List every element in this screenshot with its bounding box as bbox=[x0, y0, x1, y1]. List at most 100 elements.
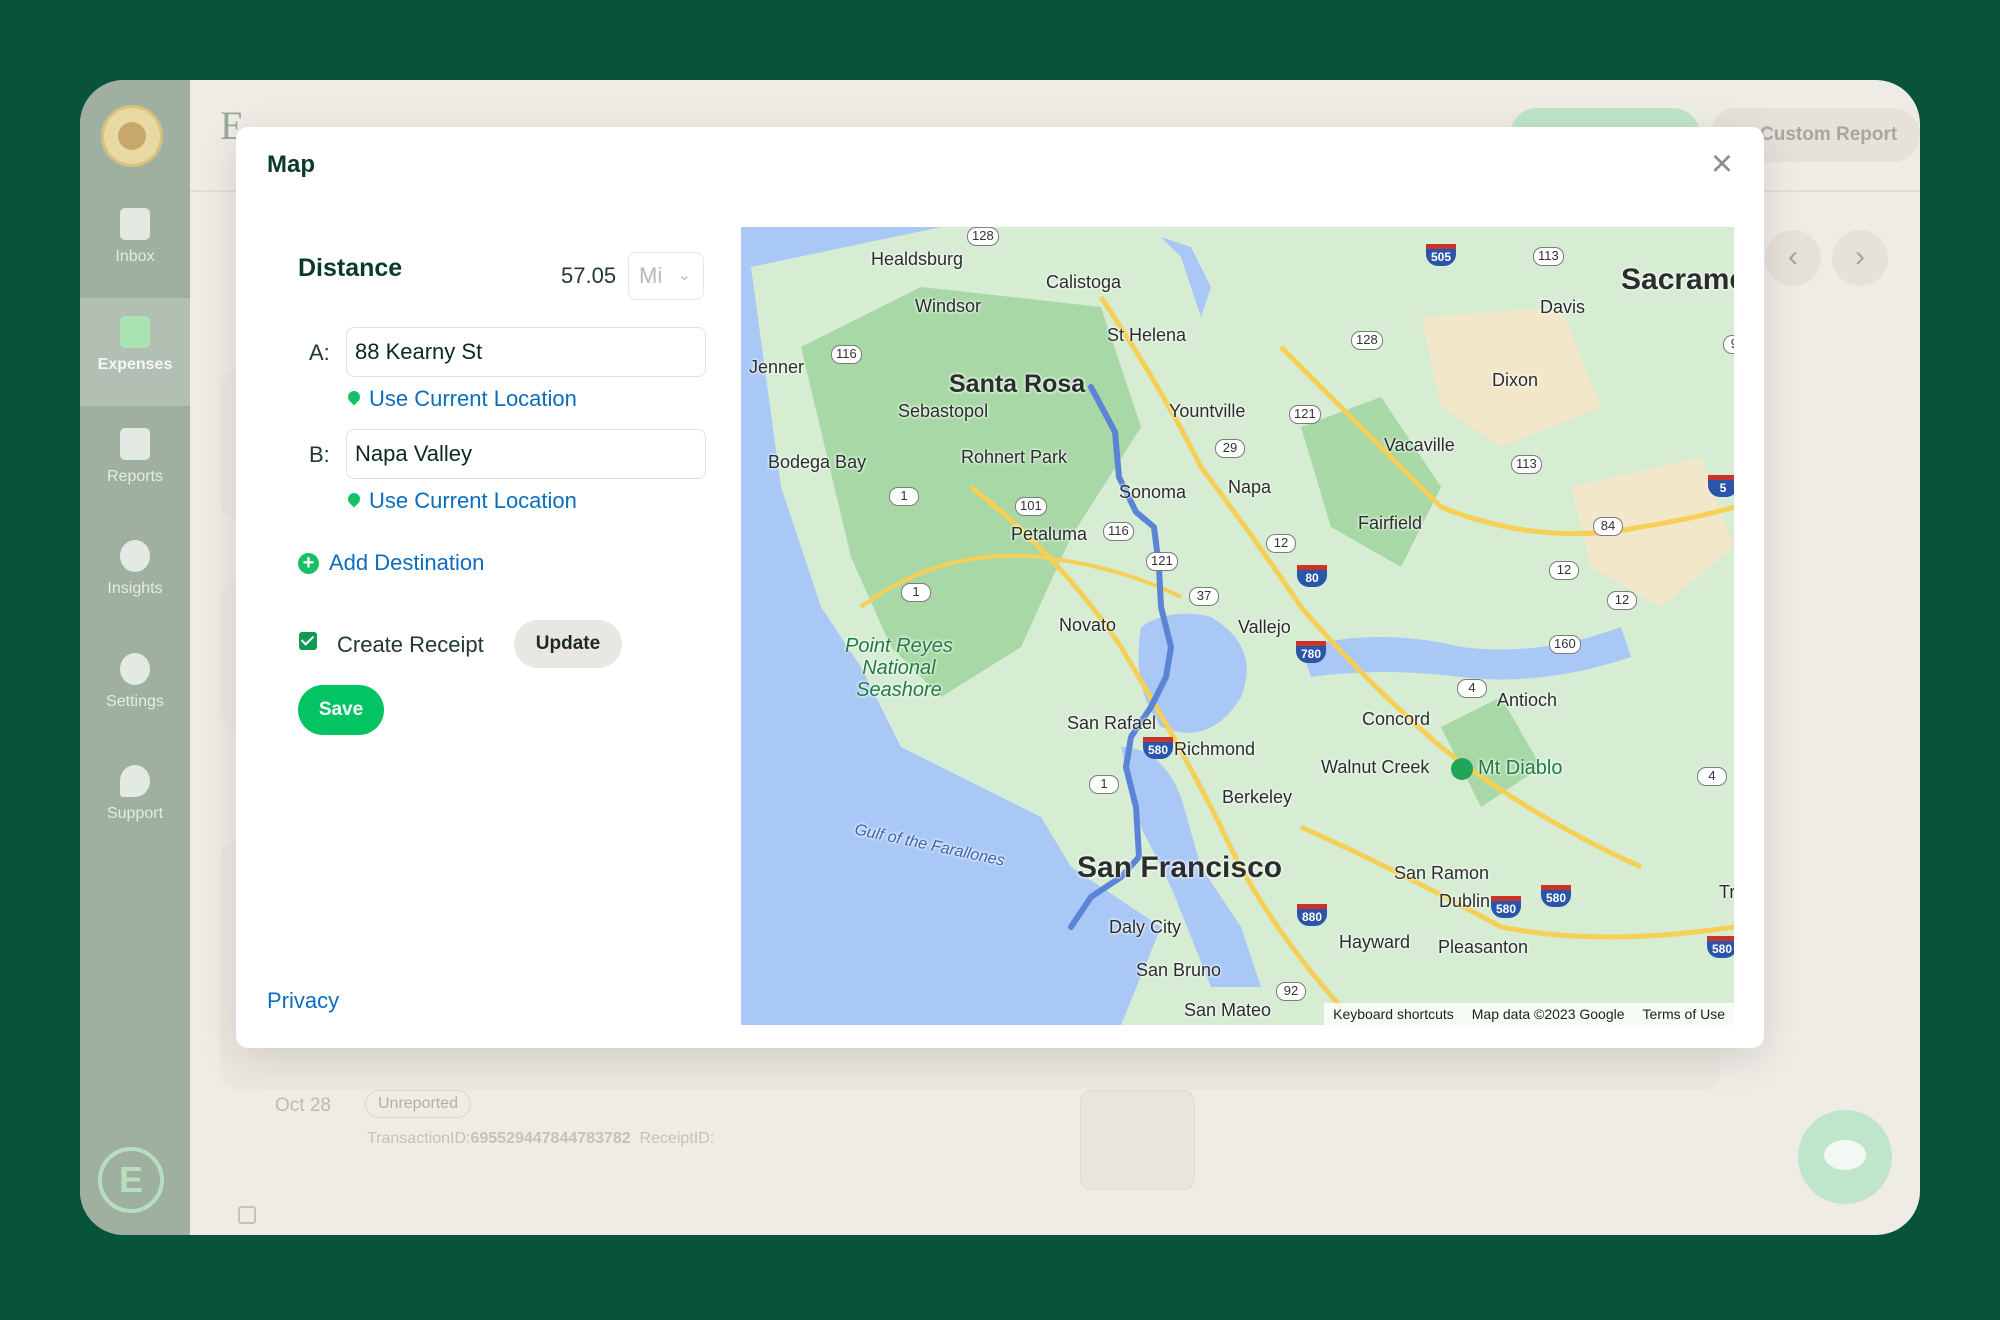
route-shield: 12 bbox=[1607, 591, 1637, 610]
sidebar-item-expenses[interactable]: Expenses bbox=[80, 298, 190, 406]
map-data-credit: Map data ©2023 Google bbox=[1471, 1006, 1625, 1022]
route-shield: 4 bbox=[1457, 679, 1487, 698]
map-label-hayward: Hayward bbox=[1339, 932, 1411, 952]
sidebar-item-support[interactable]: Support bbox=[80, 747, 190, 855]
route-shield: 99 bbox=[1723, 335, 1734, 354]
lightbulb-icon bbox=[120, 540, 150, 572]
route-shield: 37 bbox=[1189, 587, 1219, 606]
location-pin-icon bbox=[345, 490, 363, 508]
unit-value: Mi bbox=[639, 263, 663, 288]
add-destination-link[interactable]: + Add Destination bbox=[298, 550, 484, 576]
map-label-san-bruno: San Bruno bbox=[1136, 960, 1222, 980]
route-shield: 1 bbox=[1089, 775, 1119, 794]
chat-bubble-icon bbox=[120, 765, 150, 797]
chat-launcher-button[interactable] bbox=[1798, 1110, 1892, 1204]
map-label-walnut-creek: Walnut Creek bbox=[1321, 757, 1430, 777]
map-label-rohnert-park: Rohnert Park bbox=[961, 447, 1068, 467]
poi-label: Mt Diablo bbox=[1478, 757, 1563, 779]
map-label-san-ramon: San Ramon bbox=[1394, 863, 1490, 883]
map-label-novato: Novato bbox=[1059, 615, 1117, 635]
map-label-sonoma: Sonoma bbox=[1119, 482, 1187, 502]
unit-select[interactable]: Mi ⌄ bbox=[628, 252, 704, 300]
mountain-pin-icon bbox=[1451, 757, 1473, 780]
map-label-richmond: Richmond bbox=[1174, 739, 1256, 759]
sidebar-item-reports[interactable]: Reports bbox=[80, 410, 190, 518]
sidebar-item-label: Reports bbox=[106, 468, 164, 485]
map-label-healdsburg: Healdsburg bbox=[871, 249, 964, 269]
transaction-id: 695529447844783782 bbox=[470, 1130, 631, 1147]
modal-title: Map bbox=[267, 151, 315, 178]
terms-of-use-link[interactable]: Terms of Use bbox=[1643, 1003, 1725, 1025]
point-a-input[interactable] bbox=[346, 327, 706, 377]
route-shield: 84 bbox=[1593, 517, 1623, 536]
map-label-sebastopol: Sebastopol bbox=[898, 401, 989, 421]
map-label-petaluma: Petaluma bbox=[1011, 524, 1088, 544]
map-label-san-francisco: San Francisco bbox=[1077, 851, 1283, 884]
map-label-san-rafael: San Rafael bbox=[1067, 713, 1157, 733]
transaction-info: TransactionID:695529447844783782 Receipt… bbox=[367, 1130, 714, 1148]
map-attribution: Keyboard shortcuts Map data ©2023 Google… bbox=[1324, 1003, 1734, 1025]
map-label-dixon: Dixon bbox=[1492, 370, 1539, 390]
route-shield: 92 bbox=[1276, 982, 1306, 1001]
sidebar-item-inbox[interactable]: Inbox bbox=[80, 190, 190, 298]
link-label: Use Current Location bbox=[369, 386, 577, 411]
sidebar-item-label: Expenses bbox=[97, 356, 173, 373]
sidebar-item-label: Inbox bbox=[115, 248, 155, 265]
map-label-windsor: Windsor bbox=[915, 296, 982, 316]
route-shield: 29 bbox=[1215, 439, 1245, 458]
expense-date: Oct 28 bbox=[275, 1095, 331, 1116]
map-label-bodega-bay: Bodega Bay bbox=[768, 452, 867, 472]
location-pin-icon bbox=[345, 388, 363, 406]
next-page-button[interactable]: › bbox=[1832, 230, 1888, 286]
sidebar-item-insights[interactable]: Insights bbox=[80, 522, 190, 630]
route-shield: 121 bbox=[1289, 405, 1321, 424]
map-label-point-reyes: Point Reyes National Seashore bbox=[845, 635, 953, 701]
keyboard-shortcuts-link[interactable]: Keyboard shortcuts bbox=[1333, 1003, 1454, 1025]
link-label: Use Current Location bbox=[369, 488, 577, 513]
interstate-shield: 505 bbox=[1426, 244, 1456, 266]
create-receipt-checkbox[interactable] bbox=[299, 632, 317, 650]
use-current-location-b-link[interactable]: Use Current Location bbox=[345, 488, 577, 514]
map-label-calistoga: Calistoga bbox=[1046, 272, 1122, 292]
map-label-daly-city: Daly City bbox=[1109, 917, 1182, 937]
sidebar-item-settings[interactable]: Settings bbox=[80, 635, 190, 743]
point-b-input[interactable] bbox=[346, 429, 706, 479]
route-shield: 121 bbox=[1146, 552, 1178, 571]
route-shield: 12 bbox=[1549, 561, 1579, 580]
map-label-antioch: Antioch bbox=[1497, 690, 1558, 710]
user-avatar[interactable] bbox=[101, 105, 163, 167]
update-button[interactable]: Update bbox=[514, 620, 622, 668]
route-shield: 160 bbox=[1549, 635, 1581, 654]
row-checkbox[interactable] bbox=[238, 1206, 256, 1224]
map-label-tracy: Tr bbox=[1719, 882, 1734, 902]
save-button[interactable]: Save bbox=[298, 685, 384, 735]
interstate-shield: 580 bbox=[1541, 885, 1571, 907]
point-b-label: B: bbox=[309, 442, 330, 467]
interstate-shield: 580 bbox=[1143, 737, 1173, 759]
close-icon[interactable]: × bbox=[1706, 145, 1738, 183]
map-label-jenner: Jenner bbox=[749, 357, 805, 377]
interstate-shield: 80 bbox=[1297, 565, 1327, 587]
distance-label: Distance bbox=[298, 254, 403, 282]
map-label-dublin: Dublin bbox=[1439, 891, 1491, 911]
map-label-davis: Davis bbox=[1540, 297, 1586, 317]
map-label-fairfield: Fairfield bbox=[1358, 513, 1423, 533]
map-label-san-mateo: San Mateo bbox=[1184, 1000, 1272, 1020]
map-modal: Map × Distance 57.05 Mi ⌄ A: Use Current… bbox=[236, 127, 1764, 1048]
interstate-shield: 580 bbox=[1491, 896, 1521, 918]
gear-icon bbox=[120, 653, 150, 685]
route-shield: 116 bbox=[1103, 522, 1134, 541]
route-shield: 128 bbox=[1351, 331, 1383, 350]
map-label-yountville: Yountville bbox=[1169, 401, 1246, 421]
use-current-location-a-link[interactable]: Use Current Location bbox=[345, 386, 577, 412]
prev-page-button[interactable]: ‹ bbox=[1765, 230, 1821, 286]
brand-logo[interactable]: E bbox=[98, 1147, 164, 1213]
receipt-thumbnail[interactable] bbox=[1080, 1090, 1195, 1190]
interstate-shield: 780 bbox=[1296, 641, 1326, 663]
plus-circle-icon: + bbox=[298, 552, 319, 574]
receipt-id-label: ReceiptID: bbox=[639, 1130, 715, 1147]
map-label-sacramento: Sacrame bbox=[1621, 263, 1734, 296]
map-label-st-helena: St Helena bbox=[1107, 325, 1187, 345]
route-map[interactable]: Sacrame Santa Rosa San Francisco Healdsb… bbox=[741, 227, 1734, 1025]
privacy-link[interactable]: Privacy bbox=[267, 988, 339, 1014]
